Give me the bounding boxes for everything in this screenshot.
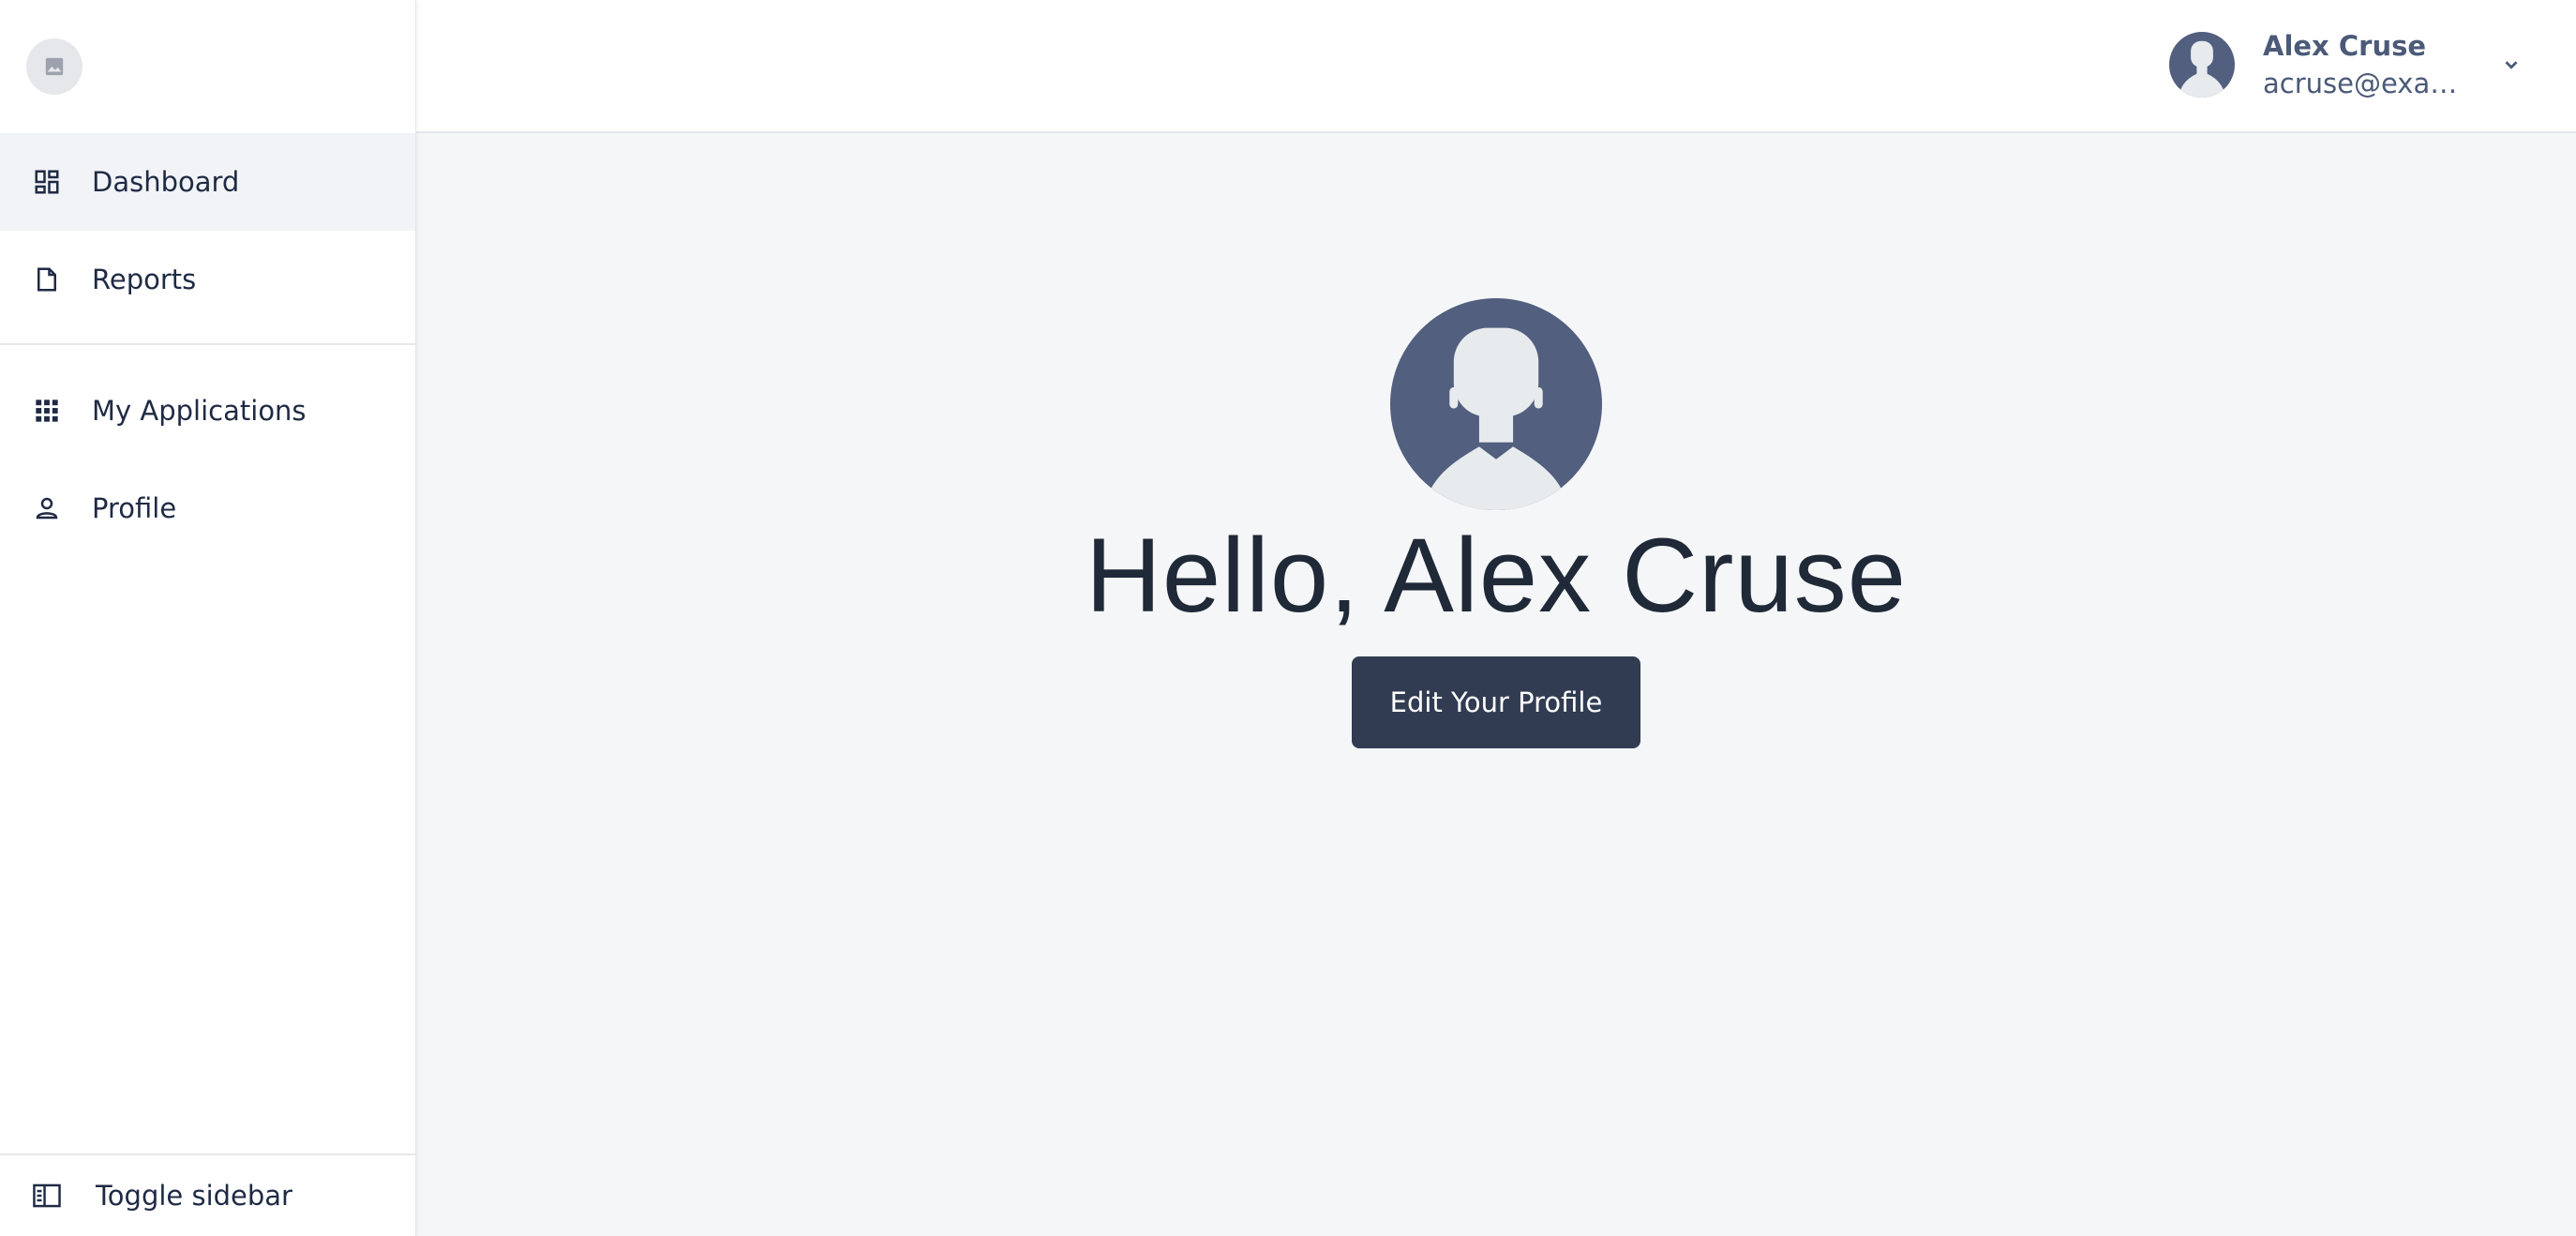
edit-profile-button[interactable]: Edit Your Profile (1352, 656, 1640, 748)
sidebar-item-label: Dashboard (92, 166, 240, 198)
sidebar-item-my-applications[interactable]: My Applications (0, 362, 415, 460)
top-header: Alex Cruse acruse@exam... (416, 0, 2576, 133)
sidebar-item-reports[interactable]: Reports (0, 231, 415, 328)
toggle-sidebar-button[interactable]: Toggle sidebar (0, 1153, 416, 1236)
sidebar-divider (0, 343, 415, 345)
user-email: acruse@exam... (2263, 68, 2475, 99)
app-root: Dashboard Reports My Applications Profil… (0, 0, 2576, 1236)
main-content: Hello, Alex Cruse Edit Your Profile (416, 133, 2576, 1236)
sidebar-toggle-icon (32, 1181, 62, 1211)
dashboard-icon (32, 167, 62, 197)
user-info: Alex Cruse acruse@exam... (2263, 27, 2475, 102)
sidebar-item-label: My Applications (92, 395, 307, 427)
chevron-down-icon[interactable] (2497, 51, 2525, 79)
toggle-sidebar-label: Toggle sidebar (96, 1180, 292, 1212)
sidebar: Dashboard Reports My Applications Profil… (0, 0, 416, 1236)
sidebar-item-label: Reports (92, 264, 197, 295)
sidebar-item-profile[interactable]: Profile (0, 460, 415, 557)
page-title: Hello, Alex Cruse (1085, 517, 1908, 634)
person-icon (32, 493, 62, 523)
image-icon[interactable] (26, 38, 82, 95)
brand (0, 0, 415, 133)
welcome-hero: Hello, Alex Cruse Edit Your Profile (416, 298, 2576, 748)
avatar (1390, 298, 1602, 510)
document-icon (32, 264, 62, 294)
user-menu[interactable]: Alex Cruse acruse@exam... (2169, 23, 2525, 107)
sidebar-item-label: Profile (92, 492, 177, 524)
avatar (2169, 32, 2235, 98)
apps-grid-icon (32, 396, 62, 426)
sidebar-item-dashboard[interactable]: Dashboard (0, 133, 415, 231)
user-name: Alex Cruse (2263, 30, 2427, 62)
